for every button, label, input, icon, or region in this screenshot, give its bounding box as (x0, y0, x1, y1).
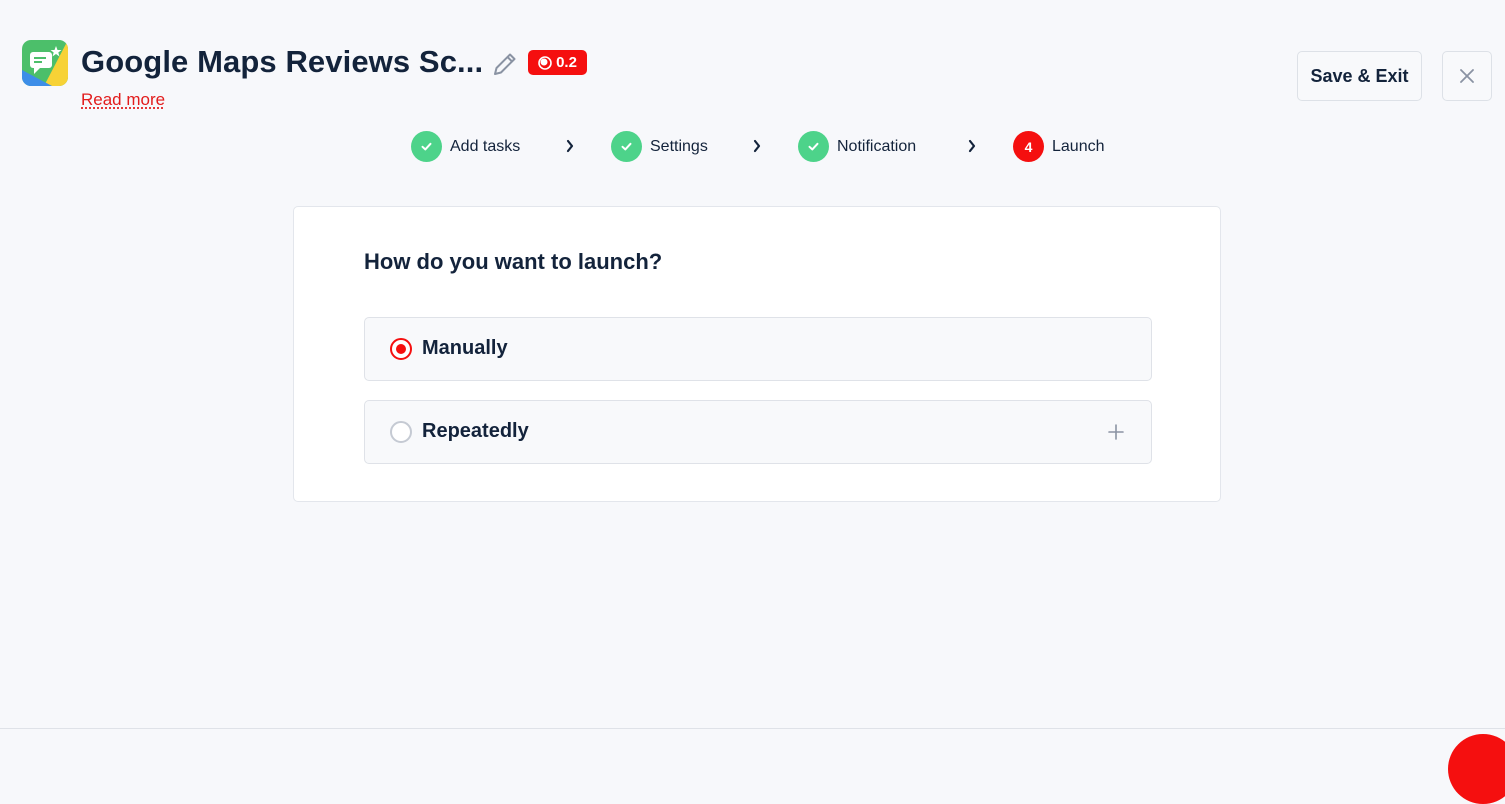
step-notification[interactable]: Notification (798, 131, 916, 162)
check-icon (611, 131, 642, 162)
footer-divider (0, 728, 1505, 729)
check-icon (798, 131, 829, 162)
plus-icon[interactable] (1107, 423, 1125, 441)
version-label: 0.2 (556, 54, 577, 71)
step-label: Notification (837, 137, 917, 155)
step-label: Launch (1052, 137, 1105, 155)
chevron-right-icon (968, 139, 976, 153)
step-add-tasks[interactable]: Add tasks (411, 131, 520, 162)
option-manually[interactable]: Manually (364, 317, 1152, 381)
close-button[interactable] (1442, 51, 1492, 101)
option-label: Manually (422, 337, 508, 359)
launch-question: How do you want to launch? (364, 249, 663, 274)
chevron-right-icon (566, 139, 574, 153)
radio-selected[interactable] (390, 338, 412, 360)
step-launch[interactable]: 4 Launch (1013, 131, 1105, 162)
check-icon (411, 131, 442, 162)
option-label: Repeatedly (422, 420, 529, 442)
pencil-icon[interactable] (491, 50, 519, 78)
launch-card: How do you want to launch? Manually Repe… (293, 206, 1221, 502)
read-more-link[interactable]: Read more (81, 90, 165, 110)
help-chat-button[interactable] (1448, 734, 1505, 804)
step-settings[interactable]: Settings (611, 131, 708, 162)
radio-unselected[interactable] (390, 421, 412, 443)
step-label: Add tasks (450, 137, 521, 155)
chevron-right-icon (753, 139, 761, 153)
step-label: Settings (650, 137, 708, 155)
version-icon (538, 55, 552, 70)
page-title: Google Maps Reviews Sc... (81, 44, 484, 79)
app-logo-icon (22, 40, 68, 86)
option-repeatedly[interactable]: Repeatedly (364, 400, 1152, 464)
close-icon (1460, 69, 1474, 83)
step-number: 4 (1013, 131, 1044, 162)
save-exit-button[interactable]: Save & Exit (1297, 51, 1422, 101)
version-badge: 0.2 (528, 50, 587, 75)
